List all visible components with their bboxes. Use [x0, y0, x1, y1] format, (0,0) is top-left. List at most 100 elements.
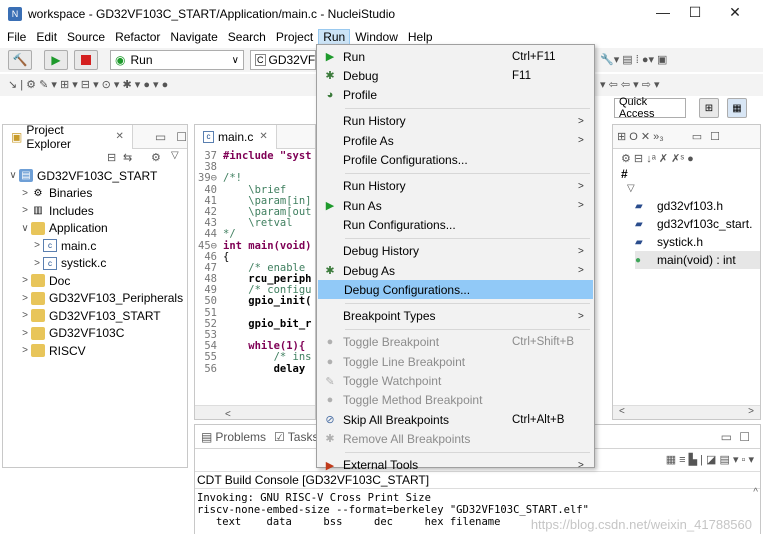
- run-menu-item-run-configurations[interactable]: Run Configurations...: [317, 215, 594, 234]
- run-menu-item-profile-configurations[interactable]: Profile Configurations...: [317, 151, 594, 170]
- app-icon: N: [8, 7, 22, 21]
- stop-button[interactable]: [74, 50, 98, 70]
- tree-item[interactable]: > RISCV: [7, 342, 187, 360]
- outline-item[interactable]: ● main(void) : int: [635, 251, 760, 269]
- run-menu-item-debug-as[interactable]: ✱ Debug As >: [317, 261, 594, 280]
- menu-refactor[interactable]: Refactor: [110, 30, 165, 44]
- run-menu-item-run-as[interactable]: ▶ Run As >: [317, 196, 594, 215]
- toolbar-right-icons[interactable]: 🔧▾ ▤ ⁞ ●▾ ▣: [600, 53, 667, 66]
- menu-window[interactable]: Window: [350, 30, 403, 44]
- tree-expand-icon[interactable]: >: [31, 258, 43, 269]
- run-menu-item-profile[interactable]: ◕ Profile: [317, 86, 594, 105]
- minimize-button[interactable]: —: [648, 4, 678, 20]
- link-editor-icon[interactable]: ⇆: [123, 151, 132, 164]
- cpp-perspective-button[interactable]: ▦: [727, 98, 747, 118]
- tab-main-c[interactable]: c main.c ✕: [195, 124, 277, 149]
- tree-item[interactable]: > c systick.c: [7, 255, 187, 273]
- run-menu-item-toggle-method-breakpoint[interactable]: ● Toggle Method Breakpoint: [317, 391, 594, 410]
- minimize-view-icon[interactable]: ▭: [721, 430, 732, 444]
- menu-file[interactable]: File: [2, 30, 31, 44]
- tab-problems[interactable]: ▤ Problems: [195, 430, 266, 444]
- scroll-left-icon[interactable]: <: [225, 409, 231, 420]
- tree-item[interactable]: > GD32VF103_Peripherals: [7, 290, 187, 308]
- tree-expand-icon[interactable]: >: [19, 345, 31, 356]
- scroll-right-icon[interactable]: >: [748, 406, 754, 417]
- tree-item[interactable]: ∨ ▤ GD32VF103C_START: [7, 167, 187, 185]
- tree-item[interactable]: > c main.c: [7, 237, 187, 255]
- tree-expand-icon[interactable]: >: [31, 240, 43, 251]
- launch-target-combo[interactable]: C GD32VF1: [250, 50, 322, 70]
- run-menu-item-skip-all-breakpoints[interactable]: ⊘ Skip All Breakpoints Ctrl+Alt+B: [317, 410, 594, 429]
- tree-expand-icon[interactable]: >: [19, 328, 31, 339]
- view-menu-icon[interactable]: ⚙: [151, 151, 161, 164]
- tree-expand-icon[interactable]: >: [19, 205, 31, 216]
- tree-item[interactable]: > Doc: [7, 272, 187, 290]
- collapse-all-icon[interactable]: ⊟: [107, 151, 116, 164]
- scroll-left-icon[interactable]: <: [619, 406, 625, 417]
- outline-item[interactable]: ▰ gd32vf103.h: [635, 197, 760, 215]
- close-icon[interactable]: ✕: [116, 131, 124, 142]
- tree-expand-icon[interactable]: ∨: [19, 223, 31, 234]
- menu-edit[interactable]: Edit: [31, 30, 62, 44]
- outline-tab-icons[interactable]: ⊞ O ✕ »₃: [617, 130, 664, 143]
- toolbar-row2-icons[interactable]: ↘ | ⚙ ✎ ▾ ⊞ ▾ ⊟ ▾ ⊙ ▾ ✱ ▾ ● ▾ ●: [8, 78, 168, 91]
- tree-item[interactable]: > ▥ Includes: [7, 202, 187, 220]
- run-menu-item-run-history[interactable]: Run History >: [317, 112, 594, 131]
- build-hammer-button[interactable]: 🔨: [8, 50, 32, 70]
- minimize-view-icon[interactable]: ▭: [692, 130, 702, 143]
- tree-expand-icon[interactable]: >: [19, 293, 31, 304]
- chevron-down-icon[interactable]: ▽: [613, 183, 760, 197]
- editor-hscrollbar[interactable]: <: [195, 405, 315, 420]
- console-toolbar-icons[interactable]: ▦ ≡ ▙ | ◪ ▤ ▾ ▫ ▾: [666, 453, 754, 466]
- maximize-view-icon[interactable]: ☐: [739, 430, 750, 444]
- outline-item[interactable]: ▰ gd32vf103c_start.: [635, 215, 760, 233]
- tree-expand-icon[interactable]: >: [19, 275, 31, 286]
- tab-project-explorer[interactable]: ▣ Project Explorer ✕: [3, 123, 133, 151]
- menu-help[interactable]: Help: [403, 30, 438, 44]
- close-icon[interactable]: ✕: [259, 131, 267, 142]
- run-menu-item-toggle-watchpoint[interactable]: ✎ Toggle Watchpoint: [317, 372, 594, 391]
- menu-search[interactable]: Search: [223, 30, 271, 44]
- nav-arrows-icons[interactable]: ▾ ⇦ ⇦ ▾ ⇨ ▾: [600, 78, 660, 91]
- run-menu-item-toggle-breakpoint[interactable]: ● Toggle Breakpoint Ctrl+Shift+B: [317, 333, 594, 352]
- launch-mode-combo[interactable]: ◉ Run ∨: [110, 50, 244, 70]
- open-perspective-button[interactable]: ⊞: [699, 98, 719, 118]
- menu-project[interactable]: Project: [271, 30, 318, 44]
- run-menu-item-toggle-line-breakpoint[interactable]: ● Toggle Line Breakpoint: [317, 352, 594, 371]
- close-button[interactable]: ✕: [720, 4, 750, 21]
- tab-tasks[interactable]: ☑ Tasks: [266, 430, 318, 444]
- run-menu-item-profile-as[interactable]: Profile As >: [317, 131, 594, 150]
- menu-icon-slot: [317, 307, 343, 326]
- window-title: workspace - GD32VF103C_START/Application…: [28, 7, 396, 21]
- scroll-up-icon[interactable]: ^: [753, 487, 758, 498]
- minimize-view-icon[interactable]: ▭: [155, 130, 166, 144]
- run-menu-item-debug-configurations[interactable]: Debug Configurations...: [318, 280, 593, 300]
- run-menu-item-run-history[interactable]: Run History >: [317, 177, 594, 196]
- maximize-button[interactable]: ☐: [680, 4, 710, 21]
- code-area[interactable]: 37 #include "syst 38 39⊖/*! 40 \brief 41 \par…: [195, 149, 315, 375]
- tree-expand-icon[interactable]: >: [19, 310, 31, 321]
- outline-hscrollbar[interactable]: < >: [613, 405, 760, 419]
- tree-item[interactable]: ∨ Application: [7, 220, 187, 238]
- tree-expand-icon[interactable]: ∨: [7, 170, 19, 181]
- maximize-view-icon[interactable]: ☐: [710, 130, 720, 143]
- run-menu-item-debug[interactable]: ✱ Debug F11: [317, 66, 594, 85]
- maximize-view-icon[interactable]: ☐: [176, 130, 187, 144]
- tree-item[interactable]: > ⚙ Binaries: [7, 185, 187, 203]
- tree-expand-icon[interactable]: >: [19, 188, 31, 199]
- tree-item[interactable]: > GD32VF103C: [7, 325, 187, 343]
- quick-access-field[interactable]: Quick Access: [614, 96, 686, 120]
- run-menu-item-run[interactable]: ▶ Run Ctrl+F11: [317, 47, 594, 66]
- outline-item[interactable]: ▰ systick.h: [635, 233, 760, 251]
- outline-view-toolbar[interactable]: ⚙ ⊟ ↓ᵃ ✗ ✗ˢ ●: [613, 149, 760, 167]
- run-menu-item-remove-all-breakpoints[interactable]: ✱ Remove All Breakpoints: [317, 429, 594, 448]
- chevron-down-icon[interactable]: ▽: [171, 150, 179, 161]
- launch-run-button[interactable]: ▶: [44, 50, 68, 70]
- run-menu-item-debug-history[interactable]: Debug History >: [317, 242, 594, 261]
- menu-navigate[interactable]: Navigate: [165, 30, 222, 44]
- run-menu-item-external-tools[interactable]: ▶ External Tools >: [317, 456, 594, 475]
- menu-source[interactable]: Source: [62, 30, 110, 44]
- menu-run[interactable]: Run: [318, 29, 351, 45]
- tree-item[interactable]: > GD32VF103_START: [7, 307, 187, 325]
- run-menu-item-breakpoint-types[interactable]: Breakpoint Types >: [317, 307, 594, 326]
